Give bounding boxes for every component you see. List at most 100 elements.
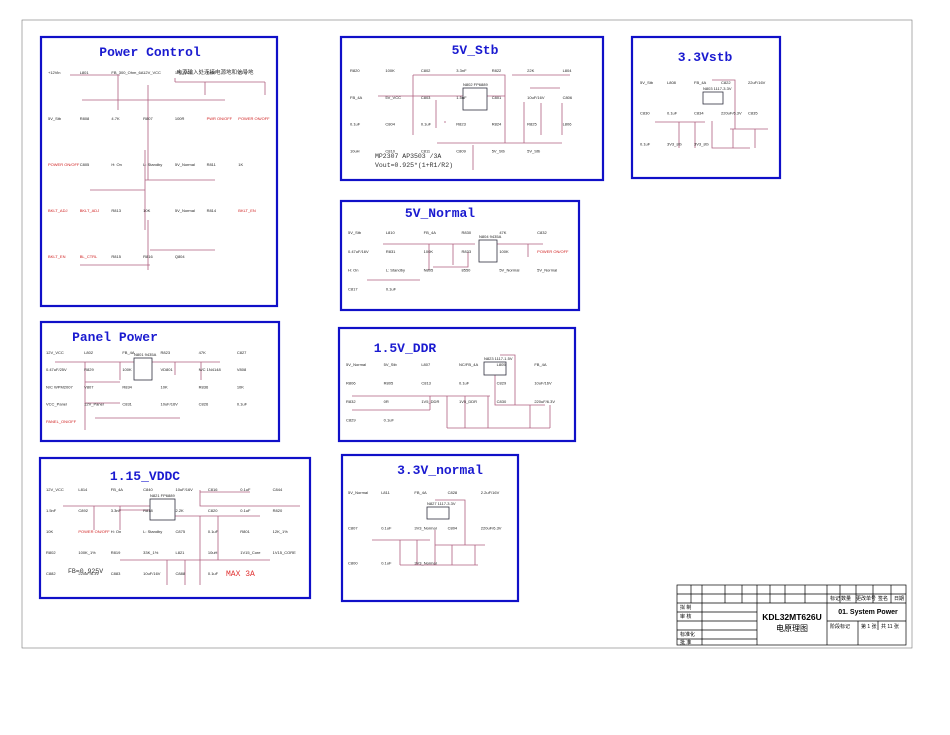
chip-fp6889 bbox=[149, 498, 176, 521]
component-label: 0.1uF bbox=[208, 571, 219, 576]
component-label: Q804 bbox=[175, 254, 186, 259]
component-label: C829 bbox=[497, 381, 507, 386]
component-label: C807 bbox=[348, 525, 358, 530]
component-label: 100K_1% bbox=[78, 550, 96, 555]
component-label: 47K bbox=[199, 350, 206, 355]
component-label: 0.1uF bbox=[240, 508, 251, 513]
component-label: 0.1uF bbox=[640, 141, 651, 146]
component-label: C892 bbox=[78, 508, 88, 513]
component-label: C816 bbox=[208, 487, 218, 492]
component-label: POWER ON/OFF bbox=[537, 249, 569, 254]
component-label: VCC_Panel bbox=[46, 402, 67, 407]
component-label: 5V_Normal bbox=[537, 268, 557, 273]
component-label: L: Standby bbox=[143, 529, 162, 534]
component-label: R822 bbox=[492, 68, 502, 73]
sheet-total: 共 11 张 bbox=[881, 623, 899, 630]
component-label: C888 bbox=[176, 571, 186, 576]
component-label: C883 bbox=[111, 571, 121, 576]
component-label: FB_4A bbox=[350, 95, 363, 100]
component-label: N/C WPM2007 bbox=[46, 384, 73, 389]
component-label: R815 bbox=[111, 254, 121, 259]
component-label: FB_4A bbox=[414, 490, 427, 495]
component-label: BKLT_EN bbox=[48, 254, 66, 259]
stage-mark: 阶段标记 bbox=[830, 623, 850, 630]
chip-label: N823 1117-1.5V bbox=[484, 356, 513, 361]
component-label: R820 bbox=[350, 68, 360, 73]
component-label: 10uH bbox=[350, 148, 360, 153]
component-label: R820 bbox=[273, 508, 283, 513]
component-label: 33K_1% bbox=[143, 550, 159, 555]
component-label: H: On bbox=[348, 268, 358, 273]
block-title: 1.15_VDDC bbox=[110, 469, 180, 484]
component-label: 220uF/6.3V bbox=[481, 525, 502, 530]
component-label: L802 bbox=[84, 350, 94, 355]
chip-label: N821 FP6889 bbox=[150, 493, 175, 498]
row-drafted: 拟 制 bbox=[680, 604, 691, 611]
component-label: 0.47uF/16V bbox=[348, 249, 369, 254]
component-label: R814 bbox=[207, 208, 217, 213]
component-label: C834 bbox=[694, 111, 704, 116]
component-label: R832 bbox=[346, 399, 356, 404]
component-label: 5V_Normal bbox=[499, 268, 519, 273]
component-label: 8550 bbox=[462, 268, 472, 273]
component-label: L807 bbox=[421, 362, 431, 367]
block-power-control: Power Control 电源输入处连接电源地和信号地 bbox=[39, 35, 279, 308]
component-label: C805 bbox=[80, 162, 90, 167]
block-5v-stb: 5V_Stb MP2307 AP3503 /3A Vout=0.925*(1+R… bbox=[339, 35, 605, 182]
component-label: R825 bbox=[527, 122, 537, 127]
component-label: C806 bbox=[563, 95, 573, 100]
component-label: 0.47uF/25V bbox=[46, 367, 67, 372]
component-label: 0.1uF bbox=[237, 402, 248, 407]
component-label: R831 bbox=[386, 249, 396, 254]
row-reviewed: 审 核 bbox=[680, 613, 691, 620]
block-panel-power: Panel Power bbox=[39, 320, 281, 443]
component-label: C829 bbox=[346, 418, 356, 423]
component-label: POWER ON/OFF bbox=[238, 116, 270, 121]
component-label: 12V_VCC bbox=[46, 487, 64, 492]
component-label: FB_4A bbox=[122, 350, 135, 355]
component-label: 3V3_stb bbox=[694, 141, 709, 146]
component-label: 5V_Normal bbox=[175, 208, 195, 213]
block-title: Panel Power bbox=[72, 330, 158, 345]
component-label: L810 bbox=[386, 230, 396, 235]
component-label: 100K bbox=[499, 249, 509, 254]
component-label: 22K bbox=[527, 68, 534, 73]
sheet-title: 01. System Power bbox=[838, 609, 898, 616]
row-approved: 批 准 bbox=[680, 639, 691, 646]
header-sign: 签名 bbox=[878, 595, 888, 602]
component-label: 0.1uF bbox=[384, 418, 395, 423]
chip-9435a bbox=[133, 357, 153, 381]
component-label: 10uF/16V bbox=[143, 571, 161, 576]
component-label: R823 bbox=[161, 350, 171, 355]
component-label: 3.3nF bbox=[111, 508, 122, 513]
component-label: L821 bbox=[176, 550, 186, 555]
component-label: 3V3_Normal bbox=[414, 525, 436, 530]
component-label: 3.3nF bbox=[456, 68, 467, 73]
component-label: BKLT_EN bbox=[238, 208, 256, 213]
header-qty: 数量 bbox=[841, 595, 851, 602]
component-label: C802 bbox=[421, 68, 431, 73]
component-label: C882 bbox=[46, 571, 56, 576]
block-5v-normal: 5V_Normal bbox=[339, 199, 581, 312]
component-label: 100K bbox=[122, 367, 132, 372]
component-label: C830 bbox=[497, 399, 507, 404]
component-label: C835 bbox=[748, 111, 758, 116]
component-label: R819 bbox=[111, 550, 121, 555]
component-label: R807 bbox=[143, 116, 153, 121]
component-label: V807 bbox=[84, 384, 94, 389]
block-3v3-stb: 3.3Vstb bbox=[630, 35, 782, 180]
component-label: 5V_Stb bbox=[384, 362, 398, 367]
component-label: 0.1uF bbox=[386, 286, 397, 291]
component-label: 10uF/16V bbox=[161, 402, 179, 407]
component-label: 0.1uF bbox=[381, 561, 392, 566]
component-label: FB_4A bbox=[694, 80, 707, 85]
component-label: 12V_VCC bbox=[46, 350, 64, 355]
block-title: Power Control bbox=[99, 45, 201, 60]
component-label: C828 bbox=[448, 490, 458, 495]
component-label: R805 bbox=[384, 381, 394, 386]
sheet-number: 第 1 张 bbox=[861, 623, 877, 630]
component-label: 0.1uF bbox=[459, 381, 470, 386]
component-label: L804 bbox=[563, 68, 573, 73]
component-label: 10uF/16V bbox=[527, 95, 545, 100]
component-label: 220uF/6.3V bbox=[534, 399, 555, 404]
